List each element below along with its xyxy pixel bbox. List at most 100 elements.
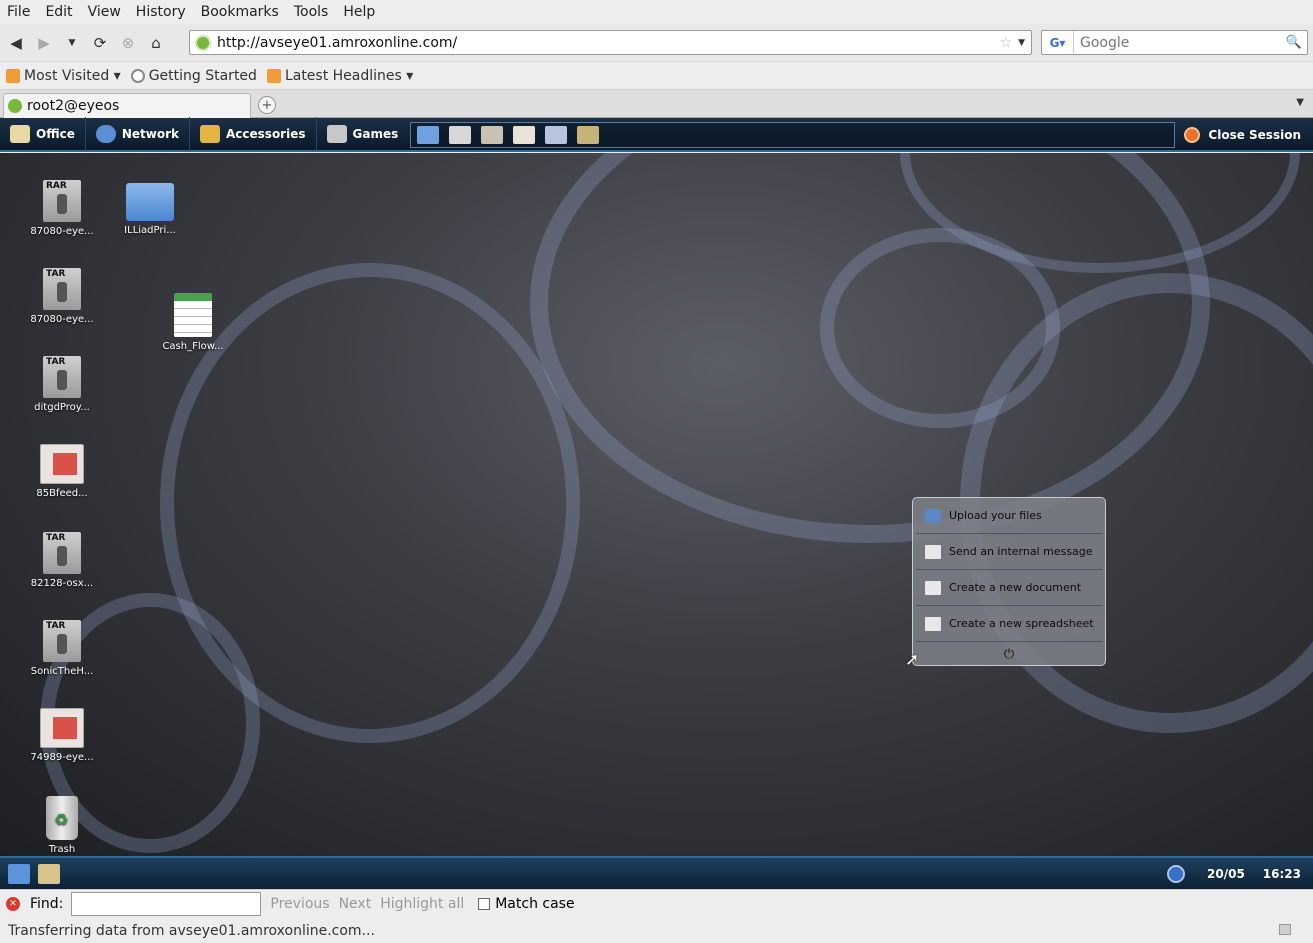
desktop-icon-folder[interactable]: ILLiadPri... [105,183,195,236]
archive-badge: TAR [46,269,66,279]
icon-label: Cash_Flow... [162,341,224,352]
archive-badge: RAR [46,181,67,191]
new-spreadsheet-item[interactable]: Create a new spreadsheet [916,606,1102,642]
documents-icon[interactable] [449,126,471,144]
menu-tools[interactable]: Tools [287,4,337,20]
find-input[interactable] [71,892,262,916]
icon-label: 82128-osx... [30,578,94,589]
menu-label: Network [121,127,179,141]
tab-list-icon[interactable]: ▼ [1296,97,1304,108]
archive-icon: TAR [43,356,81,398]
package-icon[interactable] [577,126,599,144]
menu-bookmarks[interactable]: Bookmarks [194,4,287,20]
find-next-button[interactable]: Next [339,896,372,912]
icon-label: Trash [48,844,76,855]
tab-bar: root2@eyeos + ▼ [0,90,1313,118]
find-bar: ✕ Find: Previous Next Highlight all Matc… [0,889,1313,918]
office-icon [10,125,30,143]
search-icon[interactable]: 🔍 [1286,35,1302,50]
navigation-toolbar: ◀ ▶ ▼ ⟳ ⊗ ⌂ http://avseye01.amroxonline.… [0,24,1313,62]
bookmark-getting-started[interactable]: Getting Started [130,67,257,84]
stop-icon[interactable]: ⊗ [116,31,140,55]
site-favicon-icon [195,34,211,51]
spreadsheet-icon [925,616,941,631]
popup-power-icon[interactable]: ⏻ [913,642,1105,667]
icon-label: 74989-eye... [30,752,94,763]
search-box: G▾ 🔍 [1041,30,1308,55]
menu-edit[interactable]: Edit [38,4,80,20]
tab-title: root2@eyeos [27,98,120,114]
icon-label: ditgdProy... [34,402,90,413]
close-session-button[interactable]: Close Session [1184,118,1301,152]
desktop-icon-tar[interactable]: TAR ditgdProy... [17,356,107,413]
menu-history[interactable]: History [129,4,194,20]
bookmark-label: Latest Headlines ▾ [284,67,414,84]
spreadsheet-icon [174,293,212,337]
desktop-icon-presentation[interactable]: 74989-eye... [17,708,107,763]
reload-icon[interactable]: ⟳ [88,31,112,55]
url-bar[interactable]: http://avseye01.amroxonline.com/ ☆ ▼ [189,30,1032,55]
menu-help[interactable]: Help [336,4,383,20]
desktop-icon-tar[interactable]: TAR 82128-osx... [17,532,107,589]
eyeos-menu-office[interactable]: Office [0,117,86,151]
desktop-icon-spreadsheet[interactable]: Cash_Flow... [148,293,238,352]
new-document-item[interactable]: Create a new document [916,570,1102,606]
highlight-all-button[interactable]: Highlight all [380,896,464,912]
desktop-icon-rar[interactable]: RAR 87080-eye... [17,180,107,237]
eyeos-menu-accessories[interactable]: Accessories [190,117,317,151]
taskbar-app-icon[interactable] [38,863,60,884]
upload-icon [925,508,941,523]
eyeos-top-bar: Office Network Accessories Games Close S… [0,117,1313,152]
tab-favicon-icon [8,99,22,113]
tab-root2-eyeos[interactable]: root2@eyeos [3,93,251,118]
bookmark-label: Most Visited ▾ [24,67,121,84]
desktop-icon-trash[interactable]: ♻ Trash [17,796,107,855]
presentation-icon [40,444,84,484]
search-input[interactable] [1080,34,1280,51]
bookmark-star-icon[interactable]: ☆ [1000,35,1013,51]
files-icon[interactable] [417,126,439,144]
eyeos-menu-games[interactable]: Games [317,117,409,151]
mouse-cursor-icon: ➚ [905,650,920,670]
url-dropdown-icon[interactable]: ▼ [1018,38,1025,48]
menu-file[interactable]: File [0,4,38,20]
icon-label: SonicTheH... [30,666,94,677]
home-icon[interactable]: ⌂ [144,31,168,55]
calendar-icon[interactable] [481,126,503,144]
menu-label: Office [36,127,75,141]
forward-icon[interactable]: ▶ [32,31,56,55]
eyeos-desktop[interactable]: RAR 87080-eye... ILLiadPri... TAR 87080-… [0,153,1313,856]
popup-item-label: Create a new spreadsheet [949,617,1094,630]
search-engine-icon[interactable]: G▾ [1042,31,1074,54]
menu-label: Games [352,127,399,141]
desktop-icon-tar[interactable]: TAR SonicTheH... [17,620,107,677]
archive-icon: RAR [43,180,81,222]
desktop-icon-tar[interactable]: TAR 87080-eye... [17,268,107,325]
find-previous-button[interactable]: Previous [270,896,329,912]
spreadsheet-icon[interactable] [545,126,567,144]
menu-view[interactable]: View [81,4,129,20]
bookmark-label: Getting Started [148,67,257,84]
network-status-icon[interactable] [1167,864,1186,883]
menu-label: Accessories [226,127,306,141]
contacts-icon[interactable] [513,126,535,144]
archive-badge: TAR [46,621,66,631]
show-desktop-icon[interactable] [8,863,30,884]
page-icon [130,68,145,83]
eyeos-menu-network[interactable]: Network [86,117,190,151]
system-tray: 20/05 16:23 [1167,858,1301,889]
upload-files-item[interactable]: Upload your files [916,498,1102,534]
desktop-icon-presentation[interactable]: 85Bfeed... [17,444,107,499]
history-dropdown-icon[interactable]: ▼ [60,31,84,55]
power-icon [1184,127,1201,143]
menu-bar: File Edit View History Bookmarks Tools H… [0,0,1313,24]
back-icon[interactable]: ◀ [4,31,28,55]
new-tab-icon[interactable]: + [258,96,276,114]
close-find-icon[interactable]: ✕ [6,897,20,911]
status-icon [1279,924,1291,935]
bookmark-latest-headlines[interactable]: Latest Headlines ▾ [266,67,414,84]
match-case-checkbox[interactable] [478,898,491,910]
send-message-item[interactable]: Send an internal message [916,534,1102,570]
bookmark-most-visited[interactable]: Most Visited ▾ [6,68,121,84]
accessories-icon [200,125,220,143]
